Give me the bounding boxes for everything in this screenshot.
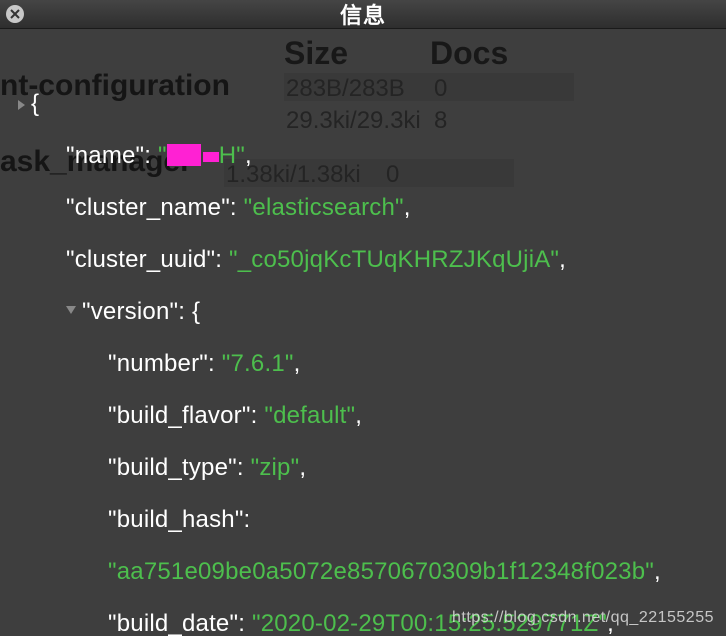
watermark: https://blog.csdn.net/qq_22155255 xyxy=(452,609,714,627)
json-value: "7.6.1" xyxy=(222,350,294,377)
json-value: "zip" xyxy=(251,454,300,481)
redacted-block xyxy=(203,152,219,162)
json-key: "build_type" xyxy=(108,454,237,481)
expand-icon[interactable] xyxy=(18,100,25,110)
json-value: "elasticsearch" xyxy=(244,194,404,221)
json-key: "number" xyxy=(108,350,208,377)
close-icon xyxy=(9,8,21,20)
json-key: "build_date" xyxy=(108,610,238,636)
json-value: "default" xyxy=(264,402,355,429)
json-key: "name" xyxy=(66,142,144,169)
close-button[interactable] xyxy=(6,5,24,23)
json-key: "version" xyxy=(82,298,178,325)
json-value: "_co50jqKcTUqKHRZJKqUjiA" xyxy=(229,246,559,273)
json-value: H" xyxy=(219,142,245,169)
window-title: 信息 xyxy=(24,0,702,30)
json-key: "build_hash" xyxy=(108,506,244,533)
json-viewer: { "name": "H", "cluster_name": "elastics… xyxy=(0,29,726,636)
json-key: "build_flavor" xyxy=(108,402,251,429)
expand-icon[interactable] xyxy=(66,306,76,319)
json-key: "cluster_name" xyxy=(66,194,230,221)
json-key: "cluster_uuid" xyxy=(66,246,215,273)
json-value: "aa751e09be0a5072e8570670309b1f12348f023… xyxy=(108,558,654,585)
redacted-block xyxy=(167,144,201,166)
